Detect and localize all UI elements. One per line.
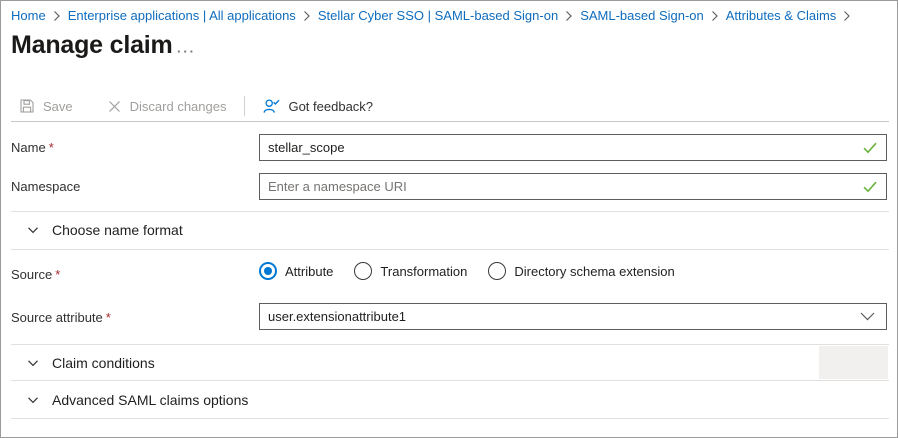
toolbar-separator [11,121,889,122]
page-title: Manage claim [11,31,173,60]
section-label: Claim conditions [52,355,155,371]
radio-option-directory-schema-extension[interactable]: Directory schema extension [488,262,674,280]
section-advanced-saml-claims-options[interactable]: Advanced SAML claims options [1,385,898,414]
source-radio-group: Attribute Transformation Directory schem… [259,262,696,280]
breadcrumb-link-attributes-claims[interactable]: Attributes & Claims [726,8,837,23]
breadcrumb-link-app-sso[interactable]: Stellar Cyber SSO | SAML-based Sign-on [318,8,558,23]
name-field [259,134,887,161]
namespace-input[interactable] [260,174,863,199]
breadcrumb: Home Enterprise applications | All appli… [11,8,895,23]
radio-option-attribute[interactable]: Attribute [259,262,333,280]
section-label: Advanced SAML claims options [52,392,248,408]
chevron-right-icon [843,10,851,22]
source-attribute-dropdown[interactable]: user.extensionattribute1 [259,303,887,330]
toolbar-divider [244,96,245,116]
chevron-right-icon [303,10,311,22]
radio-option-transformation[interactable]: Transformation [354,262,467,280]
section-choose-name-format[interactable]: Choose name format [1,215,898,245]
context-menu-button[interactable]: ··· [173,43,200,60]
chevron-right-icon [711,10,719,22]
radio-label: Directory schema extension [514,264,674,279]
radio-unselected-icon [488,262,506,280]
radio-selected-icon [259,262,277,280]
valid-check-icon [863,142,877,154]
namespace-field [259,173,887,200]
name-label: Name* [11,140,54,155]
section-divider [11,418,889,419]
source-attribute-label: Source attribute* [11,310,111,325]
command-bar: Save Discard changes Got feedback? [19,93,373,119]
got-feedback-button[interactable]: Got feedback? [263,98,373,114]
radio-unselected-icon [354,262,372,280]
save-label: Save [43,99,73,114]
close-icon [107,99,122,114]
feedback-icon [263,98,280,114]
got-feedback-label: Got feedback? [288,99,373,114]
manage-claim-page: Home Enterprise applications | All appli… [0,0,898,438]
section-divider [11,380,889,381]
discard-changes-button[interactable]: Discard changes [107,99,227,114]
chevron-down-icon [27,224,39,236]
section-claim-conditions[interactable]: Claim conditions [1,348,898,377]
dropdown-value: user.extensionattribute1 [260,309,860,324]
chevron-down-icon [27,357,39,369]
discard-changes-label: Discard changes [130,99,227,114]
breadcrumb-link-enterprise-applications[interactable]: Enterprise applications | All applicatio… [68,8,296,23]
breadcrumb-link-saml-signon[interactable]: SAML-based Sign-on [580,8,704,23]
save-icon [19,98,35,114]
chevron-down-icon [27,394,39,406]
section-divider [11,249,889,250]
source-label: Source* [11,267,60,282]
required-asterisk: * [55,267,60,282]
radio-label: Transformation [380,264,467,279]
namespace-label: Namespace [11,179,80,194]
section-divider [11,344,889,345]
chevron-right-icon [565,10,573,22]
required-asterisk: * [49,140,54,155]
chevron-down-icon [860,312,875,321]
name-input[interactable] [260,135,863,160]
chevron-right-icon [53,10,61,22]
breadcrumb-link-home[interactable]: Home [11,8,46,23]
section-divider [11,211,889,212]
required-asterisk: * [106,310,111,325]
save-button[interactable]: Save [19,98,73,114]
radio-label: Attribute [285,264,333,279]
section-label: Choose name format [52,222,183,238]
valid-check-icon [863,181,877,193]
